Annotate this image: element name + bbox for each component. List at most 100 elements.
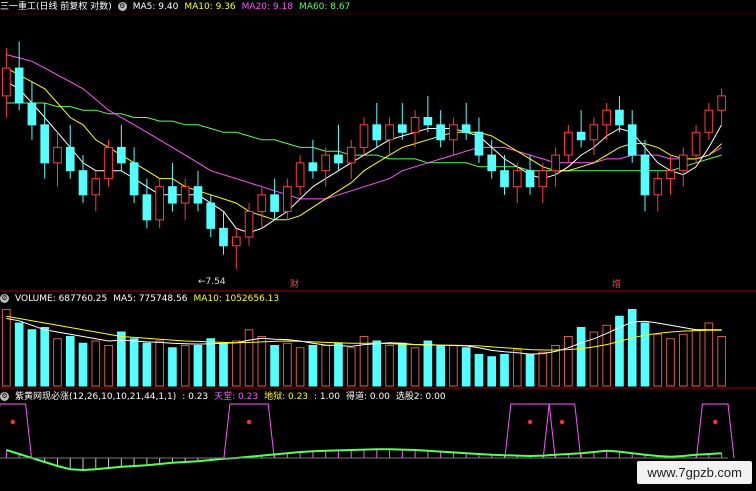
volume-bar[interactable] [410,347,420,387]
candle-body[interactable] [589,124,599,141]
candle[interactable] [129,147,139,204]
volume-bar[interactable] [500,354,509,387]
candle-body[interactable] [78,170,88,196]
candle[interactable] [372,103,382,148]
volume-bar[interactable] [474,354,484,387]
candle-body[interactable] [168,186,177,204]
volume-bar[interactable] [423,340,433,387]
candle-body[interactable] [346,146,356,164]
candle-body[interactable] [487,154,497,172]
candle[interactable] [231,228,241,270]
volume-bar[interactable] [372,340,382,387]
indicator-series[interactable] [0,403,735,472]
volume-bar[interactable] [436,345,445,387]
volume-bar[interactable] [691,329,701,387]
volume-bar[interactable] [397,342,407,387]
candle[interactable] [678,147,688,187]
candle[interactable] [91,170,101,212]
stock-title[interactable]: 三一重工(日线 前复权 对数) [0,2,112,12]
candle[interactable] [449,117,458,156]
candle[interactable] [295,155,305,195]
candle-body[interactable] [538,170,548,188]
volume-bar[interactable] [180,345,190,387]
candle-body[interactable] [397,124,407,133]
volume-bar[interactable] [717,336,726,387]
candle-body[interactable] [40,124,50,164]
candle-body[interactable] [474,131,484,156]
candle[interactable] [65,124,75,179]
signal-pulse[interactable] [542,403,582,459]
volume-bar[interactable] [2,309,11,387]
volume-bar[interactable] [525,354,535,387]
candle-body[interactable] [244,210,254,238]
volume-bar[interactable] [640,322,650,387]
candle[interactable] [193,170,203,212]
candle-body[interactable] [615,109,624,126]
candle-body[interactable] [385,124,394,141]
signal-pulse[interactable] [695,403,735,459]
candle[interactable] [397,103,407,140]
volume-bar[interactable] [219,342,228,387]
candle[interactable] [436,110,445,148]
candle-body[interactable] [436,124,445,141]
volume-bar[interactable] [193,345,203,387]
candle-body[interactable] [2,67,11,97]
gear-icon[interactable]: ⚙ [117,2,127,11]
indicator-name[interactable]: 紫黄网现必涨(12,26,10,10,21,44,1,1) [15,392,176,402]
gear-icon[interactable]: ⚙ [0,294,9,303]
candle[interactable] [564,124,573,163]
volume-bar[interactable] [704,322,714,387]
candle[interactable] [551,147,560,187]
candle-body[interactable] [257,194,267,212]
candle-body[interactable] [691,131,701,156]
candle-body[interactable] [283,186,292,212]
volume-bar[interactable] [168,347,177,387]
candle-body[interactable] [602,109,611,126]
candle[interactable] [653,170,663,212]
signal-dot[interactable] [527,419,533,425]
candle-body[interactable] [627,124,637,156]
gear-icon[interactable]: ⚙ [0,392,9,401]
candle[interactable] [704,103,714,140]
volume-bar[interactable] [40,327,50,387]
volume-bar[interactable] [155,340,164,387]
candle[interactable] [257,186,267,229]
candle-body[interactable] [653,178,663,196]
candle-body[interactable] [525,170,535,188]
volume-bar[interactable] [449,345,458,387]
volume-bar[interactable] [538,351,548,387]
volume-bar[interactable] [53,338,62,387]
volume-bar[interactable] [385,345,394,387]
candle[interactable] [14,41,24,111]
candle[interactable] [666,155,675,195]
candle[interactable] [423,95,433,133]
candle[interactable] [359,117,369,156]
candle-body[interactable] [372,124,382,141]
volume-bar[interactable] [142,342,152,387]
candle[interactable] [615,95,624,133]
candle-body[interactable] [155,186,164,221]
candle-body[interactable] [308,162,318,172]
volume-bar[interactable] [666,338,675,387]
candle-body[interactable] [104,146,113,180]
candle-body[interactable] [129,162,139,196]
increase-marker[interactable]: 增 [612,278,621,290]
volume-bar[interactable] [283,342,292,387]
finance-marker[interactable]: 财 [290,278,299,290]
candle[interactable] [691,124,701,163]
signal-pulse[interactable] [223,403,275,459]
candle[interactable] [627,110,637,163]
candle-body[interactable] [27,102,37,126]
candle-body[interactable] [410,116,420,133]
candle-body[interactable] [142,194,152,221]
candle-body[interactable] [334,154,343,164]
candle-body[interactable] [65,146,75,172]
candle-body[interactable] [564,131,573,156]
volume-bar[interactable] [321,345,331,387]
candle[interactable] [334,124,343,171]
volume-bar[interactable] [653,333,663,387]
candle[interactable] [53,132,62,187]
candle-body[interactable] [270,194,279,212]
candle-body[interactable] [321,154,331,172]
candle[interactable] [168,162,177,212]
